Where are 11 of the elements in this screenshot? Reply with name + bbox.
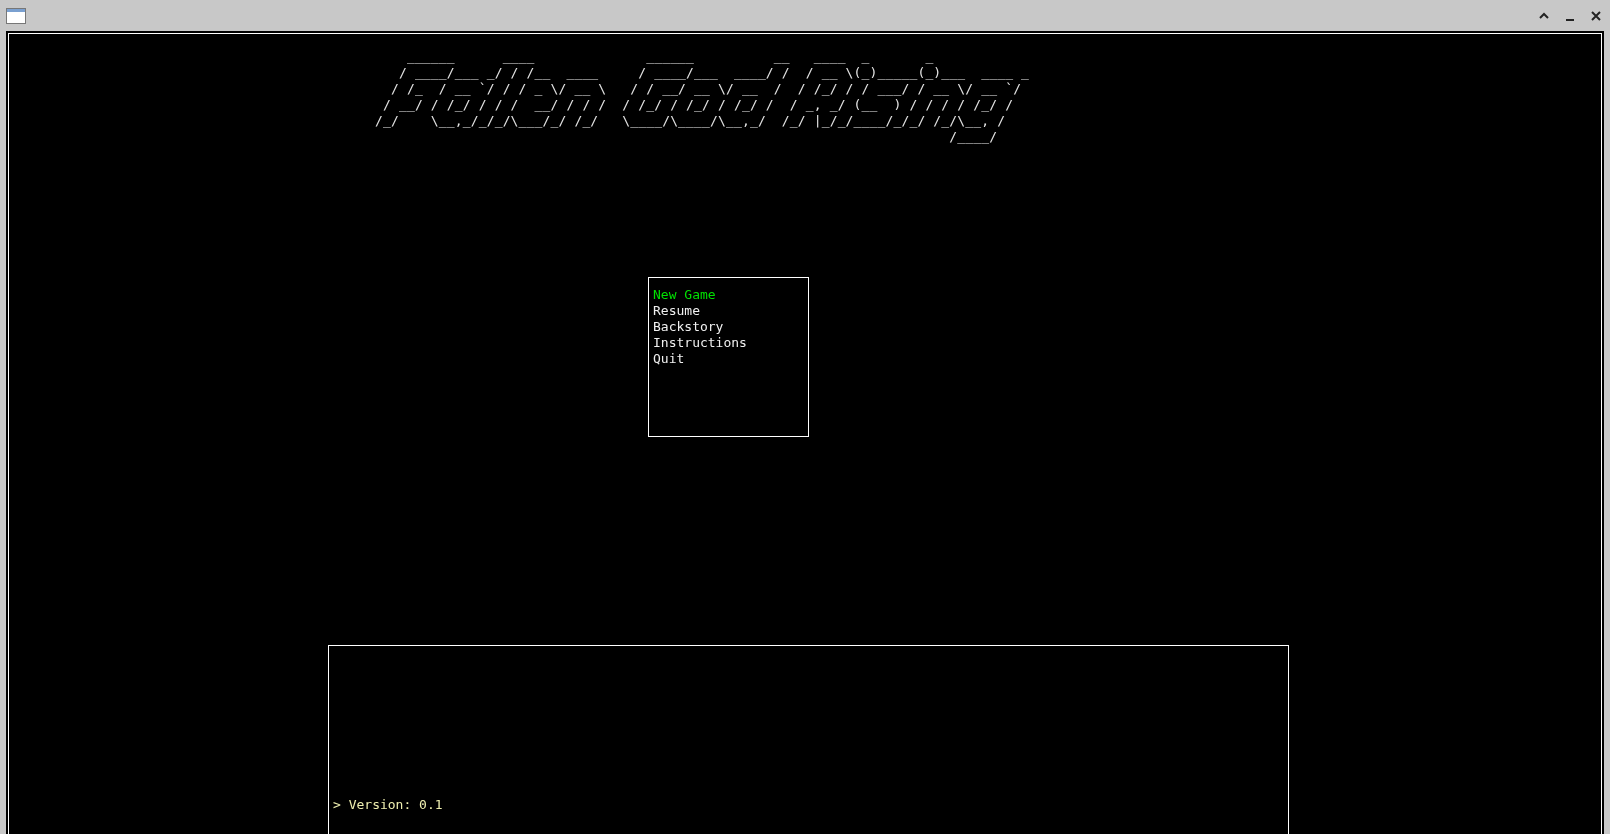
minimize-icon (1565, 18, 1575, 21)
window-icon (6, 7, 26, 24)
ascii-art-title: ______ ____ ______ __ ____ _ _ / ____/___ _/ / /__ ____ / ____/___ ____/ / / __ \(_)_____(_)___ ____ _ / /_ / __ `/ / / _ \/ __ \ / / __/ __ \/ __ / / /_/ / / ___/ / __ \/ __ `/ / __/ / /_/ / / / __/ / / / / /_/ / /_/ / /_/ / / _, _/ (__ ) / / / / /_/ / /_/ \__,_/_/_/\___/_/ /_/ \____/\____/\__,_/ /_/ |_/_/____/_/_/ /_/\__, / /____/ (375, 49, 1030, 145)
caret-up-icon (1539, 11, 1549, 20)
close-icon (1591, 10, 1601, 21)
menu-item[interactable]: Instructions (653, 335, 747, 351)
log-line: > Version: 0.1 (333, 797, 444, 813)
menu-item[interactable]: Backstory (653, 319, 724, 335)
menu-item[interactable]: New Game (653, 287, 716, 303)
menu-item[interactable]: Quit (653, 351, 685, 367)
menu-item[interactable]: Resume (653, 303, 700, 319)
